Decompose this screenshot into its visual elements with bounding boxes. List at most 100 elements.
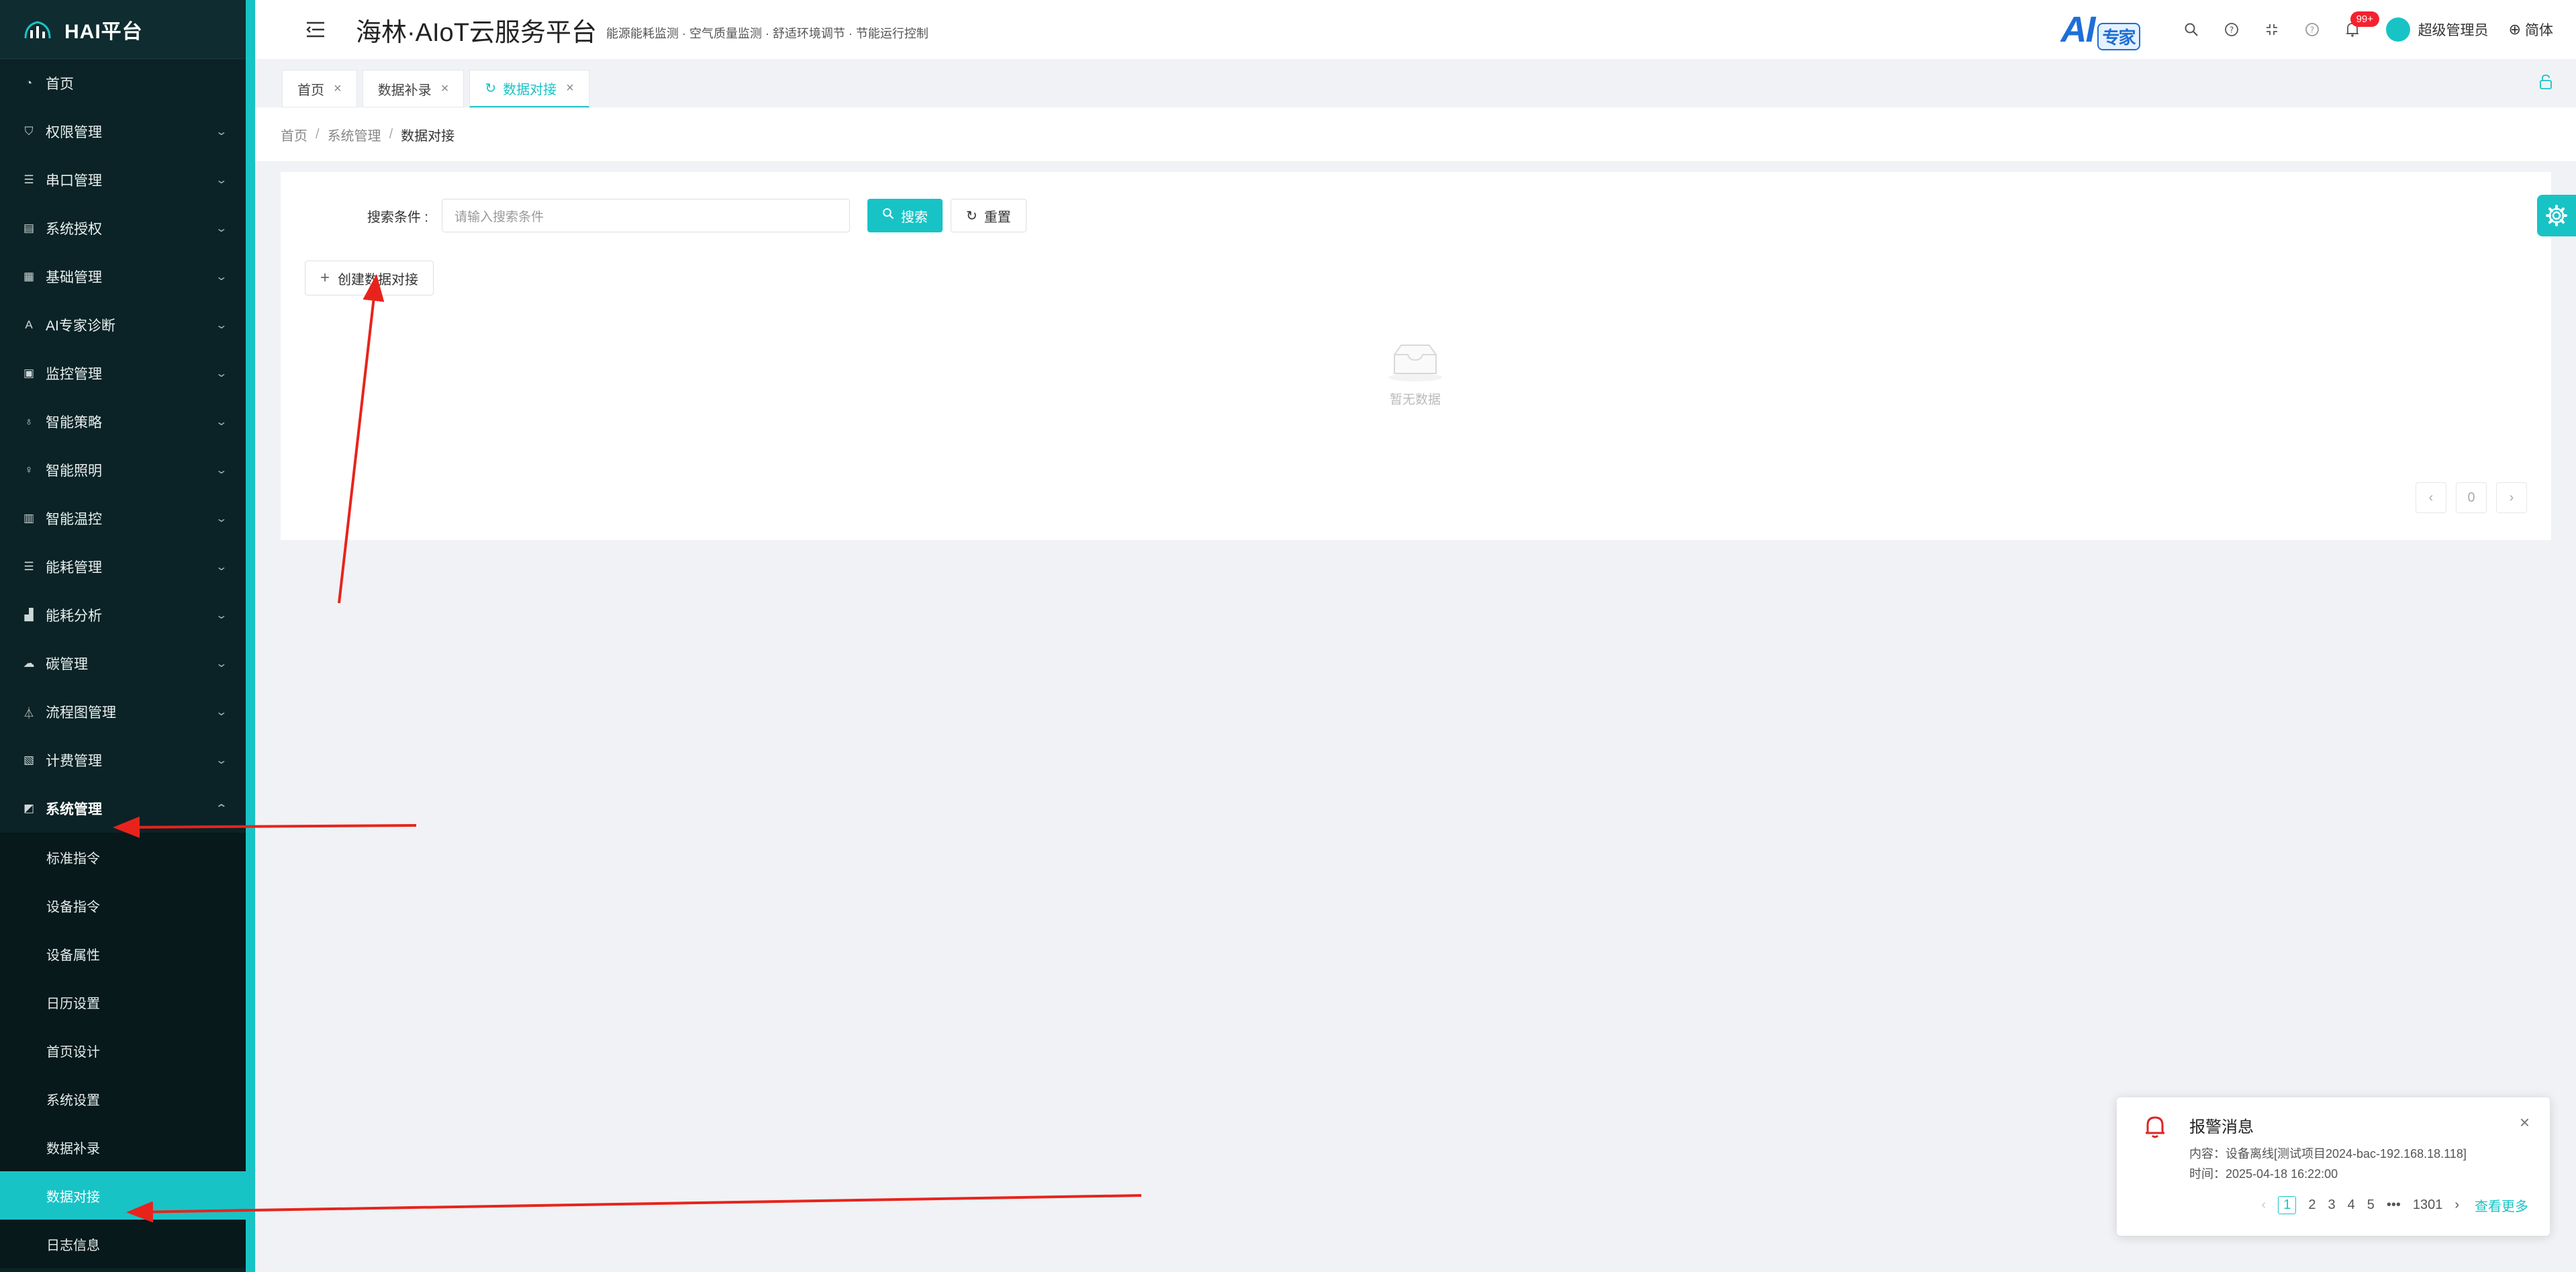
billing-icon: ▧ (23, 754, 35, 766)
next-page-button[interactable]: › (2454, 1197, 2459, 1213)
grid-icon: ▦ (23, 270, 35, 283)
globe-icon: ⊕ (2508, 21, 2521, 38)
language-switcher[interactable]: ⊕ 简体 (2509, 19, 2553, 40)
chevron-down-icon: ⌄ (214, 368, 228, 379)
sidebar-item-energy[interactable]: ☰ 能耗管理 ⌄ (0, 543, 246, 591)
help-icon[interactable]: ? (2222, 19, 2242, 40)
sidebar-subitem-logs[interactable]: 日志信息 (0, 1220, 246, 1268)
notification-bell-icon[interactable]: 99+ (2342, 11, 2380, 40)
next-page-button[interactable]: › (2496, 482, 2527, 513)
sidebar-subitem-data-integration[interactable]: 数据对接 (0, 1171, 246, 1220)
search-icon[interactable] (2181, 19, 2201, 40)
ai-expert-logo[interactable]: AI 专家 (2061, 9, 2140, 50)
search-input[interactable]: 请输入搜索条件 (442, 199, 850, 232)
ai-logo-text: AI (2060, 9, 2096, 50)
view-more-link[interactable]: 查看更多 (2475, 1195, 2528, 1215)
close-icon[interactable]: × (441, 81, 449, 97)
reset-button[interactable]: ↻ 重置 (951, 199, 1027, 232)
refresh-icon[interactable]: ↻ (485, 80, 496, 97)
sidebar-subitem-device-command[interactable]: 设备指令 (0, 881, 246, 929)
license-icon: ▤ (23, 222, 35, 234)
sidebar-item-lighting[interactable]: ♀ 智能照明 ⌄ (0, 446, 246, 494)
sidebar-subitem-data-supplement[interactable]: 数据补录 (0, 1123, 246, 1171)
sidebar-item-permissions[interactable]: ⛉ 权限管理 ⌄ (0, 107, 246, 156)
breadcrumb-separator: / (389, 126, 393, 142)
sidebar-subitem-calendar[interactable]: 日历设置 (0, 978, 246, 1026)
sidebar-item-carbon[interactable]: ☁ 碳管理 ⌄ (0, 639, 246, 688)
chevron-down-icon: ⌄ (214, 513, 228, 525)
search-button-label: 搜索 (901, 210, 928, 225)
logo[interactable]: HAI平台 (0, 0, 246, 59)
close-icon[interactable]: × (2520, 1112, 2530, 1133)
ai-icon: A (25, 318, 33, 331)
sidebar-item-billing[interactable]: ▧ 计费管理 ⌄ (0, 736, 246, 784)
chevron-down-icon: ⌄ (214, 223, 228, 234)
tab-data-supplement[interactable]: 数据补录 × (362, 70, 465, 107)
chevron-down-icon: ⌄ (214, 561, 228, 573)
sidebar-item-energy-analysis[interactable]: ▟ 能耗分析 ⌄ (0, 591, 246, 639)
search-icon (882, 208, 894, 224)
search-button[interactable]: 搜索 (867, 199, 943, 232)
prev-page-button[interactable]: ‹ (2416, 482, 2446, 513)
sidebar-item-ai-diagnosis[interactable]: A AI专家诊断 ⌄ (0, 301, 246, 349)
breadcrumb-item-home[interactable]: 首页 (281, 125, 307, 144)
chevron-down-icon: ⌄ (214, 320, 228, 331)
sidebar-item-serial[interactable]: ☰ 串口管理 ⌄ (0, 156, 246, 204)
sidebar-scrollbar[interactable] (246, 0, 255, 1272)
sidebar-item-label: 智能策略 (46, 415, 102, 430)
sidebar-item-temperature[interactable]: ▥ 智能温控 ⌄ (0, 494, 246, 543)
page-button[interactable]: 5 (2367, 1197, 2375, 1213)
prev-page-button[interactable]: ‹ (2262, 1197, 2267, 1213)
fullscreen-icon[interactable] (2262, 19, 2282, 40)
sidebar-subitem-home-design[interactable]: 首页设计 (0, 1026, 246, 1075)
sidebar-subitem-system-settings[interactable]: 系统设置 (0, 1075, 246, 1123)
page-button[interactable]: 2 (2308, 1197, 2316, 1213)
page-button[interactable]: 4 (2348, 1197, 2355, 1213)
svg-text:?: ? (2229, 26, 2233, 35)
close-icon[interactable]: × (334, 81, 342, 97)
page-button[interactable]: 1 (2278, 1196, 2297, 1214)
dashboard-icon: ◔ (25, 77, 33, 89)
sidebar-item-system[interactable]: ◩ 系统管理 ⌃ (0, 784, 246, 833)
sidebar-item-license[interactable]: ▤ 系统授权 ⌄ (0, 204, 246, 253)
sidebar-subitem-device-attribute[interactable]: 设备属性 (0, 929, 246, 978)
sidebar-item-home[interactable]: ◔ 首页 (0, 59, 246, 107)
create-data-integration-button[interactable]: + 创建数据对接 (305, 261, 434, 296)
menu-toggle-icon[interactable] (302, 16, 329, 43)
flow-icon: ⏃ (23, 707, 35, 720)
tab-data-integration[interactable]: ↻ 数据对接 × (469, 70, 589, 107)
sidebar-item-monitoring[interactable]: ▣ 监控管理 ⌄ (0, 349, 246, 398)
chevron-down-icon: ⌄ (214, 416, 228, 428)
ai-logo-tag: 专家 (2097, 23, 2140, 50)
page-number[interactable]: 0 (2456, 482, 2487, 513)
page-ellipsis[interactable]: ••• (2387, 1197, 2401, 1213)
chevron-down-icon: ⌄ (214, 175, 228, 186)
app-title: 海林·AIoT云服务平台 (356, 18, 597, 47)
alarm-bell-icon (2144, 1115, 2166, 1142)
shield-icon: ⛉ (24, 125, 34, 138)
settings-gear-button[interactable] (2537, 195, 2576, 236)
tab-label: 数据对接 (503, 83, 557, 97)
tab-home[interactable]: 首页 × (282, 70, 357, 107)
sidebar-item-label: 能耗管理 (46, 560, 102, 576)
sidebar-item-strategy[interactable]: ♁ 智能策略 ⌄ (0, 398, 246, 446)
close-icon[interactable]: × (566, 81, 574, 96)
search-form: 搜索条件 : 请输入搜索条件 搜索 ↻ 重置 (281, 199, 1027, 232)
page-button-last[interactable]: 1301 (2413, 1197, 2443, 1213)
user-menu[interactable]: 超级管理员 (2385, 17, 2489, 42)
lock-icon[interactable] (2538, 74, 2553, 95)
sidebar-subitem-standard-command[interactable]: 标准指令 (0, 833, 246, 881)
info-icon[interactable]: ? (2302, 19, 2322, 40)
svg-text:?: ? (2309, 26, 2313, 35)
sidebar-item-flowchart[interactable]: ⏃ 流程图管理 ⌄ (0, 688, 246, 736)
page-button[interactable]: 3 (2328, 1197, 2335, 1213)
annotation-arrow-data-integration (126, 1194, 1142, 1223)
tab-label: 数据补录 (377, 83, 432, 98)
data-integration-panel: 搜索条件 : 请输入搜索条件 搜索 ↻ 重置 + 创建数据对接 暂无数据 ‹ 0… (281, 172, 2551, 540)
sidebar-item-basic[interactable]: ▦ 基础管理 ⌄ (0, 253, 246, 301)
sidebar-item-label: 智能温控 (46, 512, 102, 527)
sidebar: HAI平台 ◔ 首页 ⛉ 权限管理 ⌄ ☰ 串口管理 ⌄ ▤ 系统授权 ⌄ ▦ … (0, 0, 246, 1272)
chevron-down-icon: ⌄ (214, 707, 228, 718)
sidebar-item-label: 串口管理 (46, 173, 102, 189)
breadcrumb-item-system[interactable]: 系统管理 (328, 125, 381, 144)
